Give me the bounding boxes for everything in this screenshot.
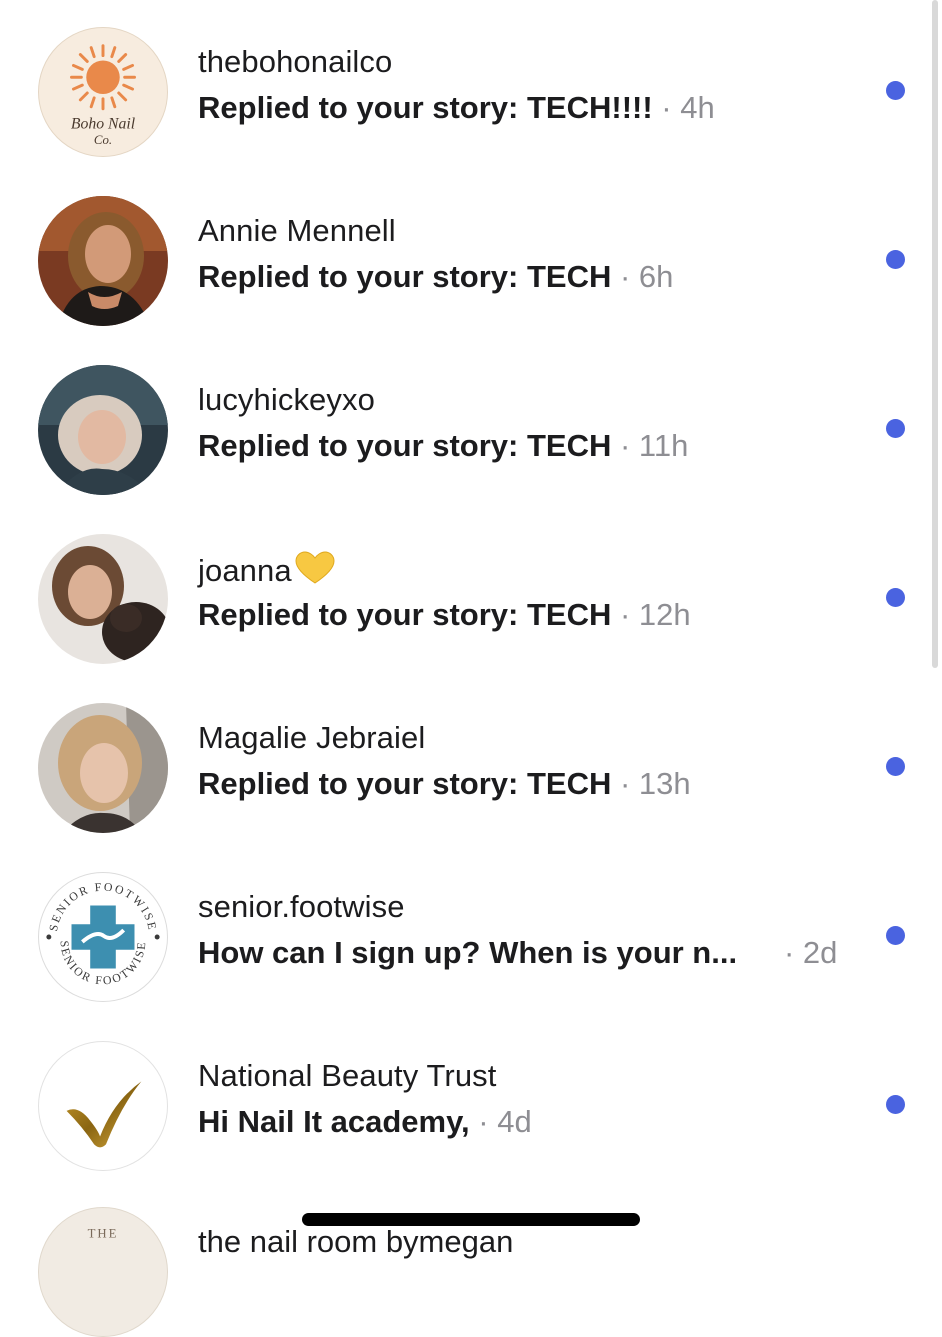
logo-text-line2: Co. [94, 133, 112, 147]
profile-photo-icon [38, 196, 168, 326]
thread-message: Replied to your story: TECH [198, 597, 612, 632]
unread-dot [886, 250, 905, 269]
thread-message: Replied to your story: TECH [198, 428, 612, 463]
thread-name: National Beauty Trust [198, 1058, 497, 1093]
unread-dot [886, 588, 905, 607]
thread-name: joanna [198, 553, 292, 588]
thread-message-line: Replied to your story: TECH · 11h [198, 428, 688, 464]
thread-message: Hi Nail It academy, [198, 1104, 470, 1139]
thread-message-line: Replied to your story: TECH!!!! · 4h [198, 90, 715, 126]
avatar [38, 196, 168, 326]
senior-footwise-avatar: SENIOR FOOTWISE SENIOR FOOTWISE [38, 872, 168, 1002]
cross-logo-icon: SENIOR FOOTWISE SENIOR FOOTWISE [46, 880, 160, 988]
thread-name: lucyhickeyxo [198, 382, 375, 417]
unread-dot [886, 1095, 905, 1114]
national-beauty-trust-avatar [38, 1041, 168, 1171]
thread-name-line: joanna [198, 551, 336, 589]
thread-name: Magalie Jebraiel [198, 720, 426, 755]
sun-logo-icon: Boho Nail Co. [70, 44, 136, 147]
thread-timestamp: · 11h [620, 428, 689, 463]
thread-message: How can I sign up? When is your n... [198, 935, 738, 970]
avatar [38, 703, 168, 833]
unread-dot [886, 81, 905, 100]
thread-timestamp: · 6h [620, 259, 674, 294]
thread-timestamp: · 13h [620, 766, 691, 801]
home-indicator[interactable] [302, 1213, 640, 1226]
unread-dot [886, 757, 905, 776]
profile-photo-icon [38, 703, 168, 833]
thread-name: thebohonailco [198, 44, 393, 79]
thread-row-thebohonailco[interactable]: Boho Nail Co. thebohonailco Replied to y… [0, 0, 942, 169]
yellow-heart-icon [295, 551, 335, 584]
thread-row-joanna[interactable]: joanna Replied to your story: TECH · 12h [0, 507, 942, 676]
unread-dot [886, 419, 905, 438]
unread-dot [886, 926, 905, 945]
gold-checkmark-icon [66, 1081, 142, 1148]
profile-photo-icon [38, 365, 168, 495]
profile-photo-icon [38, 534, 168, 664]
thread-timestamp: · 2d [784, 935, 838, 970]
thread-row-senior-footwise[interactable]: SENIOR FOOTWISE SENIOR FOOTWISE senior.f… [0, 845, 942, 1014]
thread-name: the nail room bymegan [198, 1224, 514, 1259]
avatar: THE [38, 1207, 168, 1337]
thread-message-line: Replied to your story: TECH · 13h [198, 766, 691, 802]
thread-row-lucyhickeyxo[interactable]: lucyhickeyxo Replied to your story: TECH… [0, 338, 942, 507]
thread-timestamp: · 4d [478, 1104, 532, 1139]
thread-message: Replied to your story: TECH [198, 259, 612, 294]
boho-nail-co-avatar: Boho Nail Co. [38, 27, 168, 157]
thread-name: senior.footwise [198, 889, 405, 924]
thread-message-line: Replied to your story: TECH · 6h [198, 259, 673, 295]
logo-text-line1: Boho Nail [71, 115, 136, 132]
thread-row-magalie-jebraiel[interactable]: Magalie Jebraiel Replied to your story: … [0, 676, 942, 845]
thread-timestamp: · 4h [661, 90, 715, 125]
thread-message: Replied to your story: TECH [198, 766, 612, 801]
avatar [38, 534, 168, 664]
thread-timestamp: · 12h [620, 597, 691, 632]
thread-message-line: Hi Nail It academy, · 4d [198, 1104, 532, 1140]
avatar [38, 365, 168, 495]
nail-room-logo-icon: THE [88, 1227, 119, 1241]
thread-message-line: Replied to your story: TECH · 12h [198, 597, 691, 633]
thread-row-national-beauty-trust[interactable]: National Beauty Trust Hi Nail It academy… [0, 1014, 942, 1183]
avatar-text: THE [88, 1227, 119, 1241]
thread-message: Replied to your story: TECH!!!! [198, 90, 653, 125]
thread-row-annie-mennell[interactable]: Annie Mennell Replied to your story: TEC… [0, 169, 942, 338]
thread-name: Annie Mennell [198, 213, 396, 248]
